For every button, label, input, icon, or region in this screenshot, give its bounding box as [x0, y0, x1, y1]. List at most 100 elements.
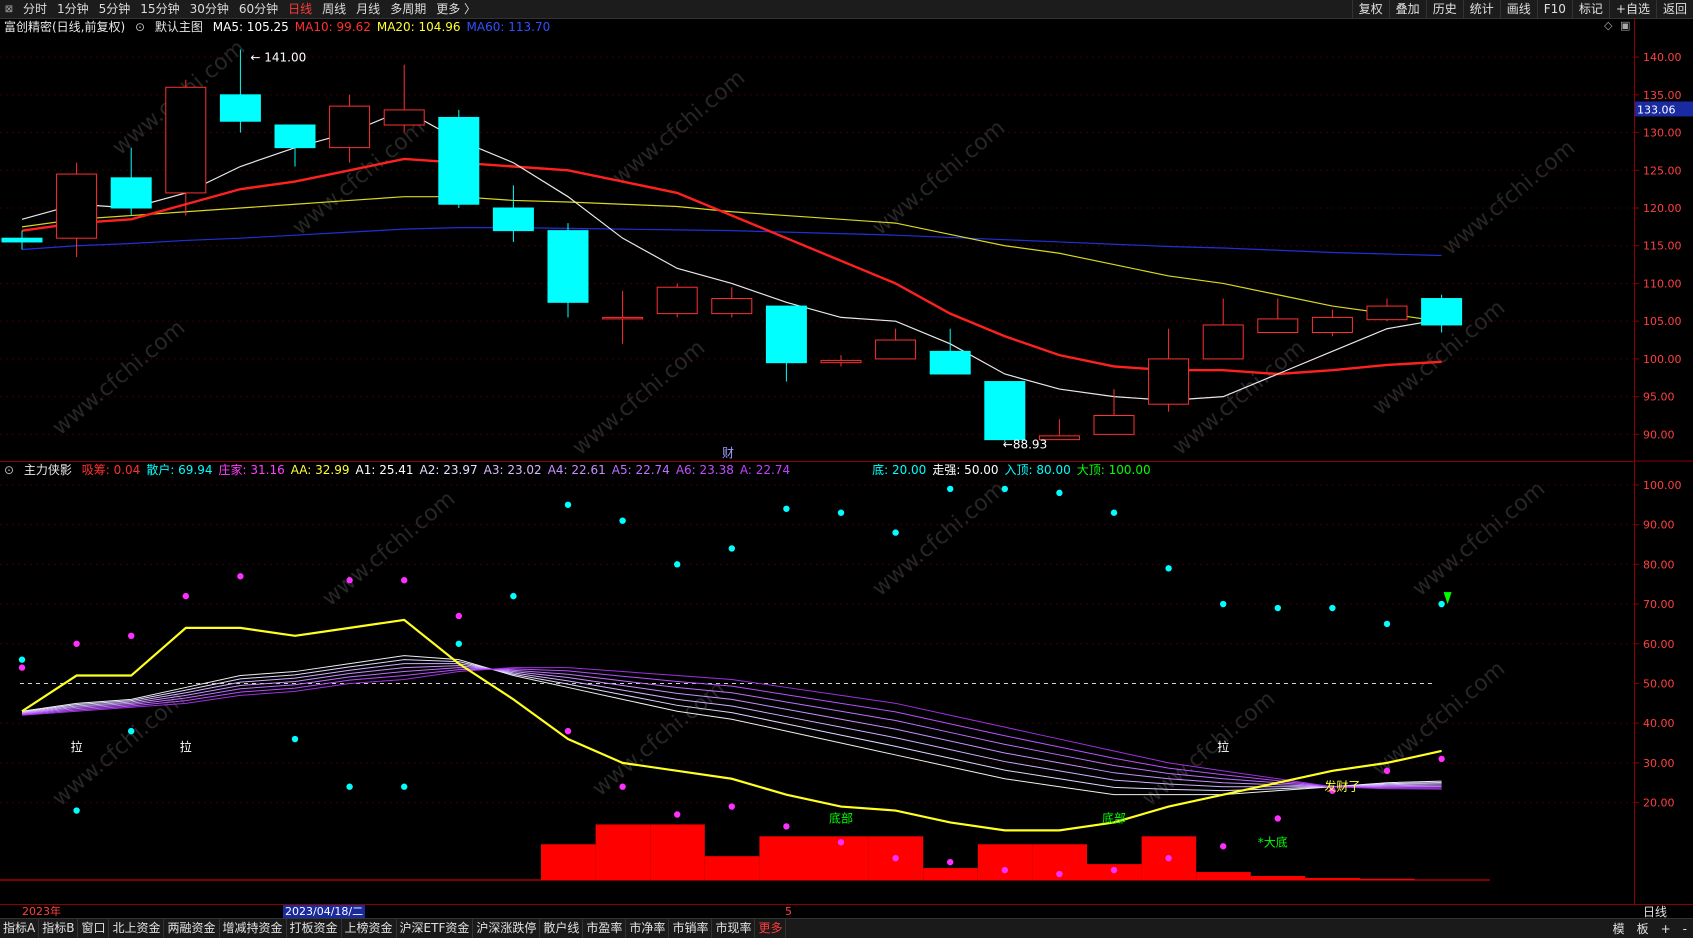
- dealer-dot: [674, 811, 681, 818]
- period-tab-7[interactable]: 周线: [317, 0, 351, 18]
- chart-settings-icon[interactable]: ⊙: [135, 20, 145, 34]
- window-icon[interactable]: ▣: [1620, 19, 1630, 32]
- accumulation-bar[interactable]: [1196, 872, 1251, 880]
- candle-body[interactable]: [1, 237, 43, 243]
- bottom-right-control-1[interactable]: 板: [1631, 920, 1655, 937]
- indicator-tick-label: 70.00: [1643, 598, 1675, 611]
- indicator-header: ⊙ 主力侠影 吸筹: 0.04 散户: 69.94 庄家: 31.16 AA: 32.…: [4, 462, 1163, 478]
- retail-dot: [455, 640, 462, 647]
- bottom-tab-8[interactable]: 沪深ETF资金: [397, 919, 474, 938]
- top-right-button-6[interactable]: 标记: [1571, 0, 1609, 18]
- accumulation-bar[interactable]: [923, 868, 978, 880]
- diamond-icon[interactable]: ◇: [1604, 19, 1612, 32]
- top-right-button-1[interactable]: 叠加: [1388, 0, 1426, 18]
- period-tab-4[interactable]: 30分钟: [185, 0, 234, 18]
- bottom-tab-5[interactable]: 增减持资金: [220, 919, 287, 938]
- bottom-tab-6[interactable]: 打板资金: [287, 919, 342, 938]
- bottom-tab-4[interactable]: 两融资金: [164, 919, 220, 938]
- bottom-label: 底部: [1102, 810, 1126, 825]
- accumulation-bar[interactable]: [759, 836, 814, 880]
- candle-body[interactable]: [602, 316, 644, 320]
- accumulation-bar[interactable]: [1250, 876, 1306, 880]
- period-tab-9[interactable]: 多周期: [385, 0, 431, 18]
- period-tab-6[interactable]: 日线: [283, 0, 317, 18]
- top-right-button-0[interactable]: 复权: [1351, 0, 1389, 18]
- watermark-text: www.cfchi.com: [868, 477, 1010, 602]
- bottom-tab-13[interactable]: 市销率: [669, 919, 713, 938]
- candle-body[interactable]: [820, 359, 862, 364]
- candle-body[interactable]: [547, 230, 589, 303]
- candle-body[interactable]: [438, 116, 480, 205]
- top-right-button-4[interactable]: 画线: [1499, 0, 1537, 18]
- accumulation-bar[interactable]: [650, 824, 705, 880]
- period-tab-3[interactable]: 15分钟: [135, 0, 184, 18]
- period-tab-10[interactable]: 更多 〉: [431, 0, 481, 18]
- price-tick-label: 120.00: [1643, 202, 1682, 215]
- candle-body[interactable]: [765, 305, 807, 364]
- toolbar-menu-icon[interactable]: ⊠: [0, 4, 18, 15]
- bottom-tab-15[interactable]: 更多: [755, 919, 787, 938]
- pull-label: 拉: [71, 739, 83, 754]
- bottom-tab-12[interactable]: 市净率: [626, 919, 670, 938]
- candle-body[interactable]: [165, 86, 207, 194]
- bottom-right-control-3[interactable]: -: [1677, 922, 1693, 936]
- bottom-tab-9[interactable]: 沪深涨跌停: [473, 919, 541, 938]
- indicator-value-7: A4: 22.61: [547, 463, 606, 477]
- bottom-tab-0[interactable]: 指标A: [0, 919, 40, 938]
- bottom-tab-7[interactable]: 上榜资金: [342, 919, 397, 938]
- candle-body[interactable]: [219, 94, 261, 122]
- top-right-button-3[interactable]: 统计: [1462, 0, 1500, 18]
- candle-body[interactable]: [1257, 318, 1299, 333]
- candle-body[interactable]: [1093, 415, 1135, 435]
- candle-body[interactable]: [984, 381, 1026, 441]
- indicator-level-3: 大顶: 100.00: [1076, 463, 1151, 477]
- bottom-tab-2[interactable]: 窗口: [78, 919, 110, 938]
- indicator-settings-icon[interactable]: ⊙: [4, 463, 14, 477]
- candle-body[interactable]: [56, 173, 98, 239]
- candle-body[interactable]: [1421, 298, 1463, 326]
- bottom-tab-3[interactable]: 北上资金: [109, 919, 165, 938]
- indicator-title[interactable]: 主力侠影: [24, 463, 72, 477]
- accumulation-bar[interactable]: [704, 856, 760, 880]
- candle-body[interactable]: [656, 286, 698, 315]
- top-right-button-2[interactable]: 历史: [1425, 0, 1463, 18]
- bottom-right-control-0[interactable]: 模: [1607, 920, 1631, 937]
- accumulation-bar[interactable]: [541, 844, 596, 880]
- candle-body[interactable]: [711, 298, 753, 315]
- bottom-right-control-2[interactable]: +: [1655, 922, 1677, 936]
- chart-label[interactable]: 默认主图: [155, 20, 203, 34]
- finance-marker[interactable]: 财: [722, 446, 734, 460]
- candle-body[interactable]: [329, 105, 371, 149]
- candle-body[interactable]: [383, 109, 425, 126]
- price-axis: 140.00 135.00 130.00 125.00 120.00 115.00 110.…: [1634, 19, 1693, 904]
- period-tab-0[interactable]: 分时: [18, 0, 52, 18]
- period-tab-8[interactable]: 月线: [351, 0, 385, 18]
- period-tab-1[interactable]: 1分钟: [52, 0, 94, 18]
- candle-body[interactable]: [1366, 305, 1408, 321]
- indicator-tick-label: 30.00: [1643, 757, 1675, 770]
- top-right-button-7[interactable]: +自选: [1608, 0, 1656, 18]
- candle-body[interactable]: [1148, 358, 1190, 405]
- bottom-tab-10[interactable]: 散户线: [540, 919, 584, 938]
- period-tab-5[interactable]: 60分钟: [234, 0, 283, 18]
- accumulation-bar[interactable]: [595, 824, 651, 880]
- candle-body[interactable]: [929, 350, 971, 375]
- candle-body[interactable]: [1311, 316, 1353, 333]
- bottom-tab-11[interactable]: 市盈率: [583, 919, 627, 938]
- period-tab-2[interactable]: 5分钟: [94, 0, 136, 18]
- top-right-button-5[interactable]: F10: [1536, 0, 1572, 18]
- bottom-tab-1[interactable]: 指标B: [39, 919, 79, 938]
- bottom-tab-14[interactable]: 市现率: [712, 919, 756, 938]
- candle-body[interactable]: [110, 177, 152, 209]
- period-tabs: 分时 1分钟 5分钟 15分钟 30分钟 60分钟 日线 周线 月线 多周期 更多 〉: [18, 0, 481, 18]
- price-chart[interactable]: www.cfchi.com www.cfchi.com www.cfchi.com w…: [0, 36, 1634, 461]
- candle-body[interactable]: [274, 124, 316, 149]
- top-right-toolbar: 复权 叠加 历史 统计 画线 F10 标记 +自选 返回: [1351, 0, 1693, 18]
- period-indicator: 日线: [1643, 905, 1668, 919]
- top-right-button-8[interactable]: 返回: [1655, 0, 1693, 18]
- accumulation-bar[interactable]: [977, 844, 1033, 880]
- indicator-chart[interactable]: www.cfchi.com www.cfchi.com www.cfchi.com w…: [0, 477, 1634, 904]
- candle-body[interactable]: [1202, 324, 1244, 360]
- candle-body[interactable]: [875, 339, 917, 360]
- candle-body[interactable]: [492, 207, 534, 232]
